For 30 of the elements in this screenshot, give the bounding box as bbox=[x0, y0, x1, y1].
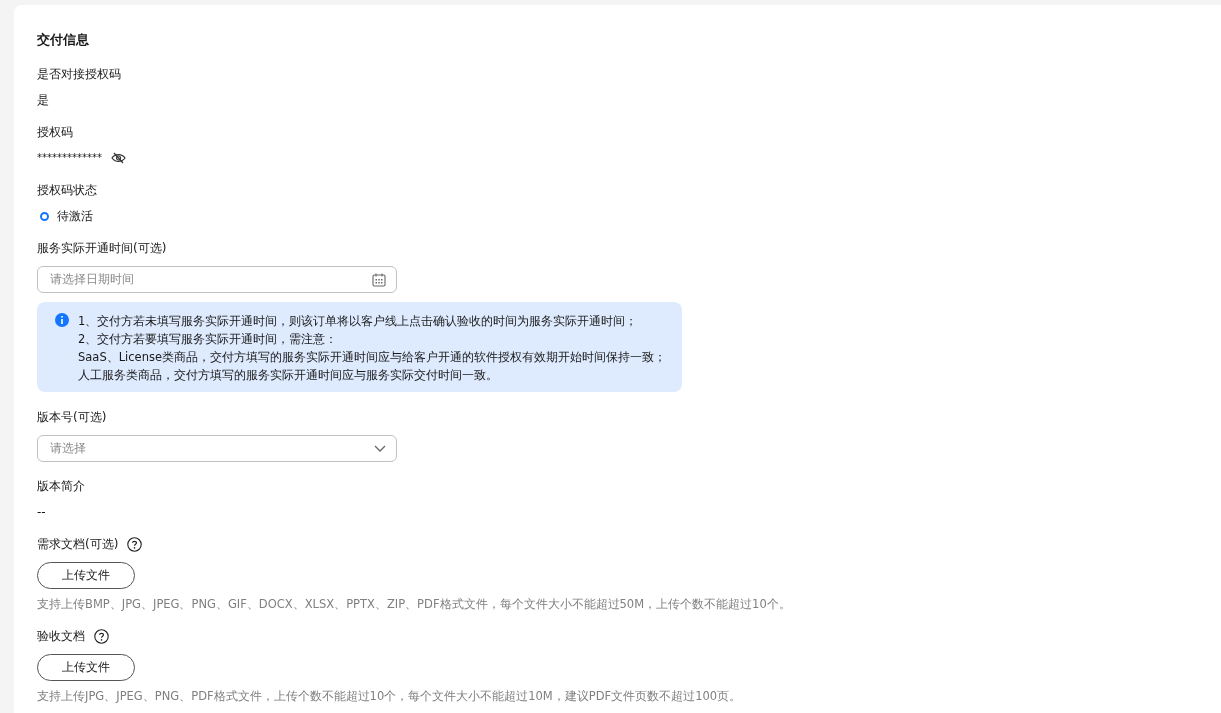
upload-file-button[interactable]: 上传文件 bbox=[37, 562, 135, 589]
version-dropdown[interactable]: 请选择 bbox=[37, 435, 397, 462]
section-title: 交付信息 bbox=[37, 32, 90, 48]
notice-text: 1、交付方若未填写服务实际开通时间，则该订单将以客户线上点击确认验收的时间为服务实际开通时间； bbox=[78, 313, 639, 330]
help-icon[interactable] bbox=[94, 628, 109, 644]
chevron-down-icon bbox=[374, 445, 386, 452]
notice-text: 2、交付方若要填写服务实际开通时间，需注意： bbox=[78, 331, 339, 348]
field-label: 授权码 bbox=[37, 124, 74, 140]
field-label: 版本简介 bbox=[37, 478, 86, 494]
date-time-field[interactable]: 请选择日期时间 bbox=[37, 266, 397, 293]
radio-label: 待激活 bbox=[57, 208, 93, 224]
calendar-icon bbox=[372, 272, 386, 287]
upload-hint: 支持上传JPG、JPEG、PNG、PDF格式文件，上传个数不能超过10个，每个文件大小不能超过10M，建议PDF文件页数不超过100页。 bbox=[37, 688, 743, 704]
field-label: 服务实际开通时间(可选) bbox=[37, 240, 168, 256]
field-value: -- bbox=[37, 504, 47, 520]
notice-text: 人工服务类商品，交付方填写的服务实际开通时间应与服务实际交付时间一致。 bbox=[78, 367, 499, 384]
help-icon[interactable] bbox=[127, 536, 143, 552]
field-label: 版本号(可选) bbox=[37, 409, 108, 425]
field-label: 授权码状态 bbox=[37, 182, 98, 198]
field-label: 验收文档 bbox=[37, 628, 85, 644]
field-value: 是 bbox=[37, 92, 50, 108]
eye-slash-icon[interactable] bbox=[111, 152, 126, 164]
upload-file-button[interactable]: 上传文件 bbox=[37, 654, 135, 681]
masked-code: ************* bbox=[37, 151, 102, 165]
field-label: 是否对接授权码 bbox=[37, 66, 122, 82]
field-label: 需求文档(可选) bbox=[37, 536, 119, 552]
radio-button[interactable] bbox=[40, 211, 49, 221]
info-icon bbox=[55, 313, 69, 327]
notice-text: SaaS、License类商品，交付方填写的服务实际开通时间应与给客户开通的软件授权有效期开始时间保持一致； bbox=[78, 349, 667, 366]
upload-hint: 支持上传BMP、JPG、JPEG、PNG、GIF、DOCX、XLSX、PPTX、ZIP、PDF格式文件，每个文件大小不能超过50M，上传个数不能超过10个。 bbox=[37, 596, 792, 612]
